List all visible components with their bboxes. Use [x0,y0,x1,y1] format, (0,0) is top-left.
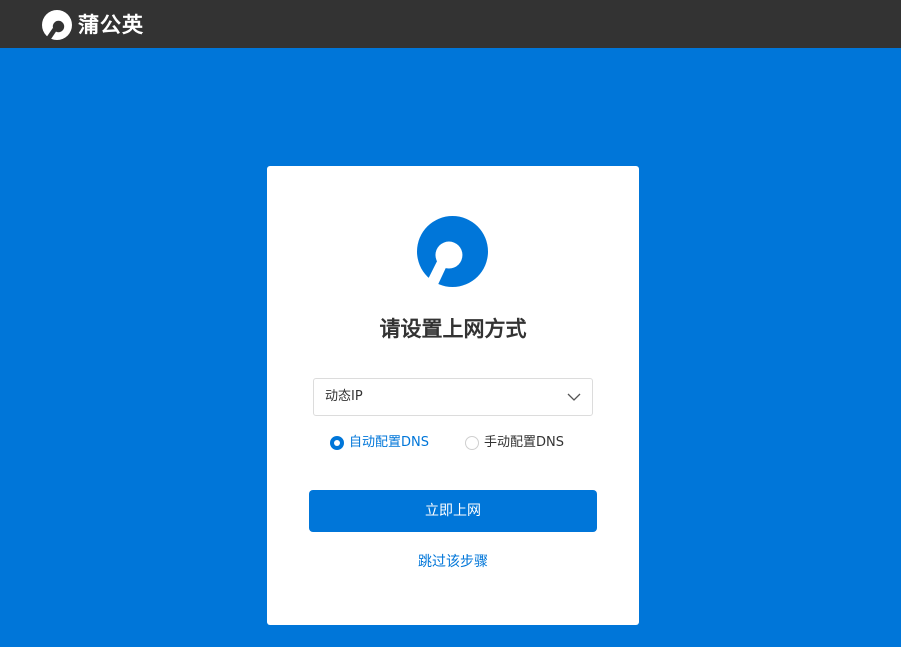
radio-auto-dns-label: 自动配置DNS [349,435,429,450]
chevron-down-icon [567,393,581,401]
brand-name: 蒲公英 [78,13,144,37]
pgy-logo-icon [42,10,72,40]
radio-auto-dns[interactable]: 自动配置DNS [330,433,429,453]
radio-checked-icon[interactable] [330,436,344,450]
connection-type-value: 动态IP [325,389,363,404]
radio-unchecked-icon[interactable] [465,436,479,450]
radio-manual-dns-label: 手动配置DNS [484,435,564,450]
setup-card: 请设置上网方式 动态IP 自动配置DNS 手动配置DNS 立即上网 跳过该步骤 [267,166,639,625]
brand[interactable]: 蒲公英 [42,10,144,40]
pgy-logo-icon [417,216,488,287]
connect-button[interactable]: 立即上网 [309,490,597,532]
page-title: 请设置上网方式 [379,317,527,341]
connection-type-select[interactable]: 动态IP [313,378,593,416]
main-area: 请设置上网方式 动态IP 自动配置DNS 手动配置DNS 立即上网 跳过该步骤 [0,48,901,647]
skip-step-link[interactable]: 跳过该步骤 [267,552,639,572]
radio-manual-dns[interactable]: 手动配置DNS [465,433,564,453]
top-bar: 蒲公英 [0,0,901,48]
dns-radio-group: 自动配置DNS 手动配置DNS [330,433,564,453]
